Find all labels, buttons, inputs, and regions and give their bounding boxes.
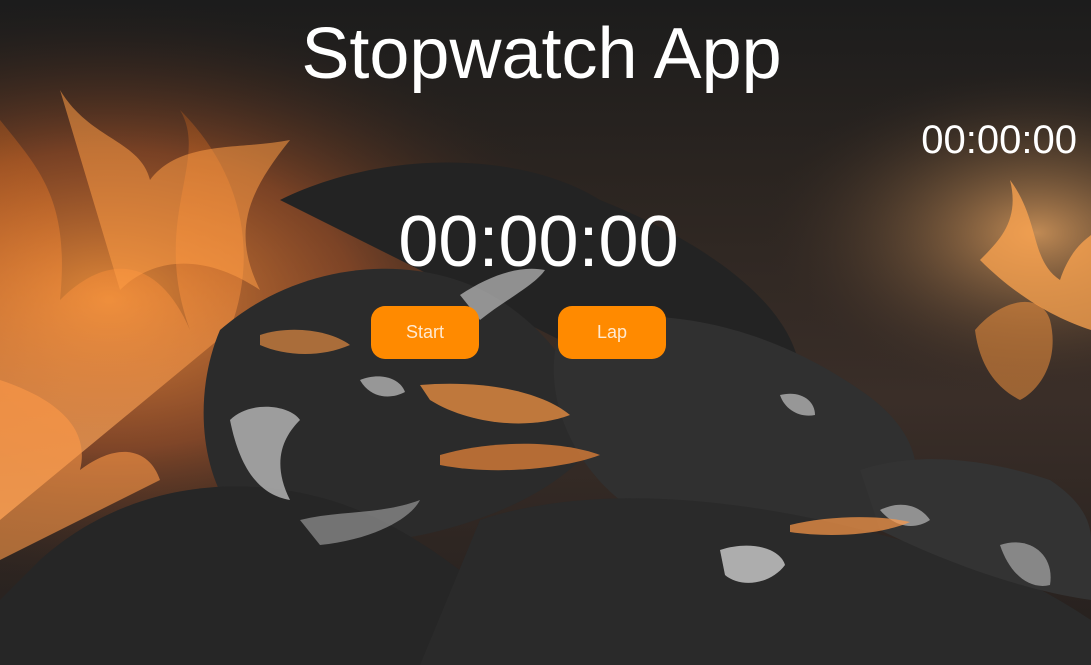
stopwatch-page: Stopwatch App 00:00:00 00:00:00 Start La… [0,0,1091,665]
lap-time-display: 00:00:00 [921,118,1077,162]
page-title: Stopwatch App [301,14,782,94]
start-button[interactable]: Start [371,306,479,359]
main-time-display: 00:00:00 [398,202,679,282]
fire-background-image [0,0,1091,665]
lap-button[interactable]: Lap [558,306,666,359]
